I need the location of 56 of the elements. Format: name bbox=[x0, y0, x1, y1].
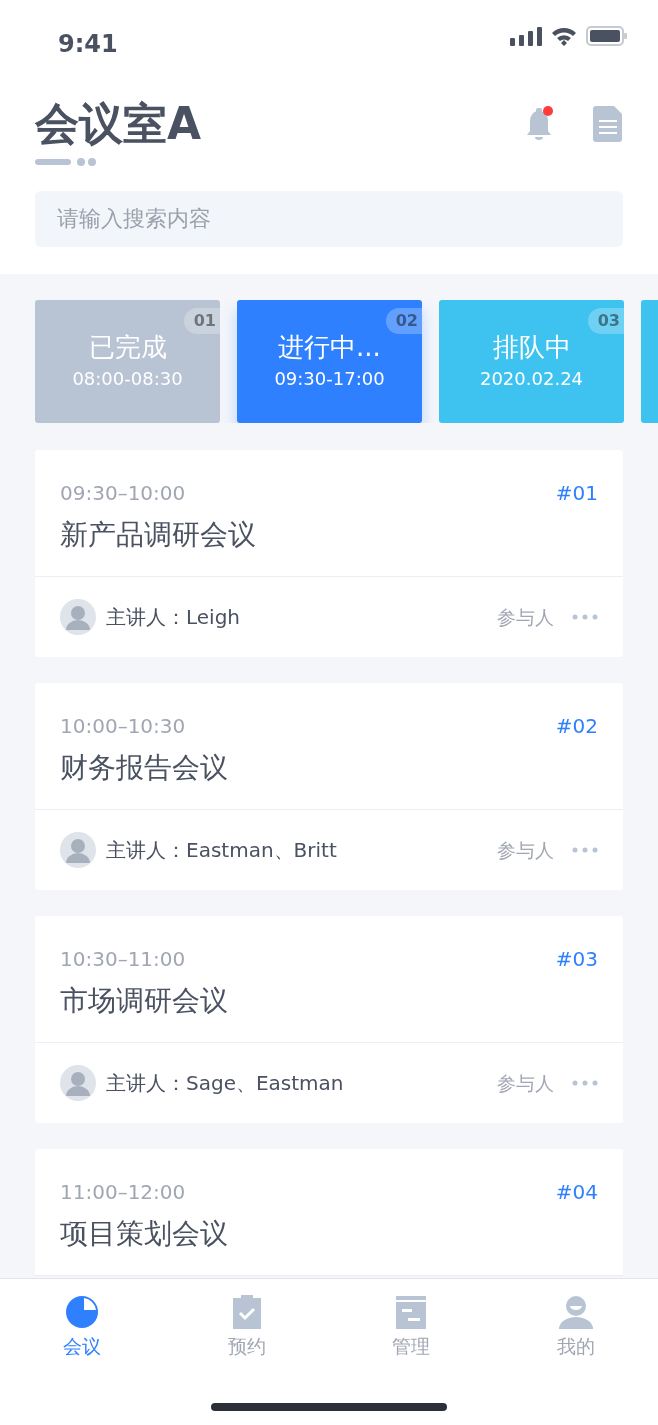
participants-label: 参与人 bbox=[497, 604, 554, 630]
status-card[interactable]: 进行中... 09:30-17:00 02 bbox=[237, 299, 422, 423]
meeting-title: 财务报告会议 bbox=[60, 749, 229, 786]
status-label: 进行中... bbox=[278, 330, 381, 364]
status-number: 02 bbox=[385, 307, 422, 334]
document-button[interactable] bbox=[593, 106, 623, 143]
status-label: 排队中 bbox=[492, 330, 571, 364]
status-number: 03 bbox=[587, 307, 624, 334]
meeting-time: 10:00–10:30 bbox=[60, 712, 186, 740]
more-icon bbox=[572, 1080, 598, 1087]
status-time: 2020.02.24 bbox=[479, 366, 584, 391]
more-icon bbox=[572, 614, 598, 621]
status-time: 08:00-08:30 bbox=[72, 366, 183, 391]
document-icon bbox=[593, 106, 623, 143]
meeting-card[interactable]: 09:30–10:00 #01 新产品调研会议 主讲人：Leigh 参与人 bbox=[35, 449, 623, 657]
avatar bbox=[60, 598, 96, 635]
meeting-card[interactable]: 11:00–12:00 #04 项目策划会议 bbox=[35, 1148, 623, 1276]
meeting-number: #01 bbox=[555, 479, 598, 507]
meeting-title: 项目策划会议 bbox=[60, 1215, 229, 1252]
status-number: 01 bbox=[183, 307, 220, 334]
meeting-title: 市场调研会议 bbox=[60, 982, 229, 1019]
search-field[interactable]: 请输入搜索内容 bbox=[35, 190, 623, 247]
meeting-number: #03 bbox=[555, 945, 598, 973]
status-label: 已完成 bbox=[88, 330, 167, 364]
more-icon bbox=[572, 847, 598, 854]
user-icon bbox=[558, 1295, 593, 1330]
status-time: 09:30-17:00 bbox=[274, 366, 385, 391]
speaker-text: 主讲人：Leigh bbox=[106, 603, 241, 631]
meeting-number: #02 bbox=[555, 712, 598, 740]
tab-item[interactable]: 预约 bbox=[164, 1294, 329, 1362]
meeting-card[interactable]: 10:30–11:00 #03 市场调研会议 主讲人：Sage、Eastman 参与人 bbox=[35, 915, 623, 1123]
panel-icon bbox=[394, 1295, 429, 1330]
speaker-text: 主讲人：Eastman、Britt bbox=[106, 836, 337, 864]
participants-label: 参与人 bbox=[497, 1070, 554, 1096]
meeting-card[interactable]: 10:00–10:30 #02 财务报告会议 主讲人：Eastman、Britt 参与人 bbox=[35, 682, 623, 890]
status-card[interactable]: 已完成 08:00-08:30 01 bbox=[35, 299, 220, 423]
pie-chart-icon bbox=[65, 1295, 100, 1330]
participants-label: 参与人 bbox=[497, 837, 554, 863]
meeting-title: 新产品调研会议 bbox=[60, 516, 257, 553]
avatar bbox=[60, 1064, 96, 1101]
battery-icon bbox=[586, 26, 628, 46]
meeting-time: 10:30–11:00 bbox=[60, 945, 186, 973]
meeting-number: #04 bbox=[555, 1178, 598, 1206]
avatar bbox=[60, 831, 96, 868]
wifi-icon bbox=[550, 26, 578, 46]
tab-item[interactable]: 管理 bbox=[329, 1294, 494, 1362]
page-title: 会议室A bbox=[35, 98, 202, 151]
status-time: 9:41 bbox=[58, 29, 118, 60]
tab-item[interactable]: 会议 bbox=[0, 1294, 165, 1362]
page-indicator bbox=[35, 156, 97, 167]
tab-item[interactable]: 我的 bbox=[493, 1294, 658, 1362]
meeting-time: 09:30–10:00 bbox=[60, 479, 186, 507]
signal-icon bbox=[510, 26, 542, 46]
status-card[interactable]: 排队中 2020.02.24 03 bbox=[439, 299, 624, 423]
meeting-time: 11:00–12:00 bbox=[60, 1178, 186, 1206]
speaker-text: 主讲人：Sage、Eastman bbox=[106, 1069, 344, 1097]
